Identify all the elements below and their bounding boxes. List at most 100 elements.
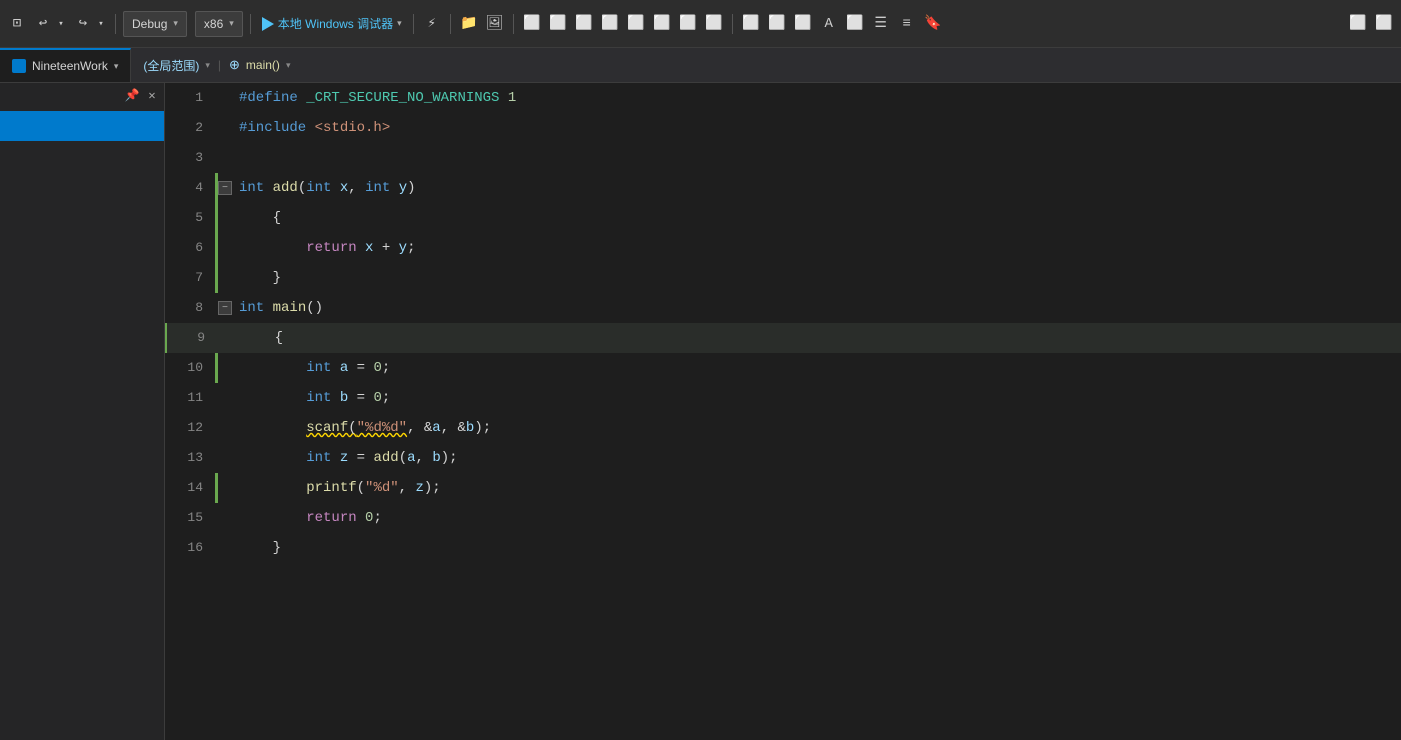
- collapse-btn-4[interactable]: −: [218, 181, 232, 195]
- gutter-9: [217, 323, 237, 353]
- arch-arrow: ▾: [229, 18, 234, 29]
- run-label: 本地 Windows 调试器: [278, 15, 393, 32]
- toolbar-icon-17[interactable]: ⬜: [844, 13, 866, 35]
- separator-2: [250, 14, 251, 34]
- gutter-11: [215, 383, 235, 413]
- code-line-2: 2 #include <stdio.h>: [165, 113, 1401, 143]
- line-content-6: return x + y;: [235, 233, 1401, 263]
- separator-1: [115, 14, 116, 34]
- code-line-6: 6 return x + y;: [165, 233, 1401, 263]
- collapse-btn-8[interactable]: −: [218, 301, 232, 315]
- line-content-1: #define _CRT_SECURE_NO_WARNINGS 1: [235, 83, 1401, 113]
- toolbar-icon-13[interactable]: ⬜: [740, 13, 762, 35]
- toolbar-icon-7[interactable]: ⬜: [573, 13, 595, 35]
- bookmark-icon[interactable]: 🔖: [922, 13, 944, 35]
- line-num-4: 4: [165, 173, 215, 203]
- redo-arrow[interactable]: ▾: [94, 13, 108, 35]
- tab-bar: NineteenWork ▾ (全局范围) ▾ | ⊕ main() ▾: [0, 48, 1401, 83]
- toolbar-icon-21[interactable]: ⬜: [1373, 13, 1395, 35]
- line-content-9: {: [237, 323, 1401, 353]
- line-content-14: printf("%d", z);: [235, 473, 1401, 503]
- toolbar-icon-19[interactable]: ≡: [896, 13, 918, 35]
- line-content-8: int main(): [235, 293, 1401, 323]
- toolbar-icon-11[interactable]: ⬜: [677, 13, 699, 35]
- toolbar-icon-10[interactable]: ⬜: [651, 13, 673, 35]
- scope-label: (全局范围): [143, 57, 199, 74]
- line-content-12: scanf("%d%d", &a, &b);: [235, 413, 1401, 443]
- line-content-3: [235, 143, 1401, 173]
- green-bar-10: [215, 353, 218, 383]
- gutter-14: [215, 473, 235, 503]
- debug-arrow: ▾: [173, 18, 178, 29]
- toolbar-icon-3[interactable]: 📁: [458, 13, 480, 35]
- file-icon: [12, 59, 26, 73]
- toolbar-icon-8[interactable]: ⬜: [599, 13, 621, 35]
- line-content-2: #include <stdio.h>: [235, 113, 1401, 143]
- toolbar-icon-16[interactable]: A: [818, 13, 840, 35]
- toolbar-icon-1[interactable]: ⊡: [6, 13, 28, 35]
- code-line-5: 5 {: [165, 203, 1401, 233]
- toolbar-icon-4[interactable]: 🖼: [484, 13, 506, 35]
- line-num-12: 12: [165, 413, 215, 443]
- line-num-13: 13: [165, 443, 215, 473]
- green-bar-7: [215, 263, 218, 293]
- line-content-4: int add(int x, int y): [235, 173, 1401, 203]
- line-num-7: 7: [165, 263, 215, 293]
- panel-pin-btn[interactable]: 📌: [124, 87, 140, 103]
- code-line-12: 12 scanf("%d%d", &a, &b);: [165, 413, 1401, 443]
- gutter-3: [215, 143, 235, 173]
- gutter-7: [215, 263, 235, 293]
- code-line-13: 13 int z = add(a, b);: [165, 443, 1401, 473]
- toolbar-icon-14[interactable]: ⬜: [766, 13, 788, 35]
- main-area: 📌 ✕ 1 #define _CRT_SECURE_NO_WARNINGS 1 …: [0, 83, 1401, 740]
- gutter-10: [215, 353, 235, 383]
- gutter-4: −: [215, 173, 235, 203]
- toolbar-icon-9[interactable]: ⬜: [625, 13, 647, 35]
- code-line-1: 1 #define _CRT_SECURE_NO_WARNINGS 1: [165, 83, 1401, 113]
- toolbar-icon-15[interactable]: ⬜: [792, 13, 814, 35]
- code-line-8: 8 − int main(): [165, 293, 1401, 323]
- func-scope[interactable]: ⊕ main() ▾: [229, 57, 290, 73]
- code-line-4: 4 − int add(int x, int y): [165, 173, 1401, 203]
- separator-4: [450, 14, 451, 34]
- run-button[interactable]: 本地 Windows 调试器 ▾: [258, 13, 406, 34]
- gutter-6: [215, 233, 235, 263]
- separator-3: [413, 14, 414, 34]
- debug-dropdown[interactable]: Debug ▾: [123, 11, 187, 37]
- code-editor[interactable]: 1 #define _CRT_SECURE_NO_WARNINGS 1 2 #i…: [165, 83, 1401, 740]
- code-lines: 1 #define _CRT_SECURE_NO_WARNINGS 1 2 #i…: [165, 83, 1401, 740]
- line-content-7: }: [235, 263, 1401, 293]
- toolbar-icon-20[interactable]: ⬜: [1347, 13, 1369, 35]
- tab-nineteenwork[interactable]: NineteenWork ▾: [0, 48, 131, 82]
- toolbar-icon-6[interactable]: ⬜: [547, 13, 569, 35]
- undo-button[interactable]: ↩: [32, 13, 54, 35]
- arch-dropdown[interactable]: x86 ▾: [195, 11, 243, 37]
- code-line-7: 7 }: [165, 263, 1401, 293]
- line-num-5: 5: [165, 203, 215, 233]
- toolbar-icon-12[interactable]: ⬜: [703, 13, 725, 35]
- gutter-5: [215, 203, 235, 233]
- scope-divider: |: [218, 58, 221, 72]
- line-num-16: 16: [165, 533, 215, 563]
- line-num-8: 8: [165, 293, 215, 323]
- separator-5: [513, 14, 514, 34]
- separator-6: [732, 14, 733, 34]
- code-line-16: 16 }: [165, 533, 1401, 563]
- scope-dropdown[interactable]: (全局范围) ▾: [143, 57, 210, 74]
- line-num-6: 6: [165, 233, 215, 263]
- line-num-14: 14: [165, 473, 215, 503]
- line-content-13: int z = add(a, b);: [235, 443, 1401, 473]
- toolbar-icon-5[interactable]: ⬜: [521, 13, 543, 35]
- redo-button[interactable]: ↪: [72, 13, 94, 35]
- tab-arrow: ▾: [114, 61, 119, 72]
- toolbar-icon-18[interactable]: ☰: [870, 13, 892, 35]
- panel-content: [0, 107, 164, 740]
- scope-arrow: ▾: [205, 60, 210, 71]
- undo-arrow[interactable]: ▾: [54, 13, 68, 35]
- line-num-10: 10: [165, 353, 215, 383]
- debug-label: Debug: [132, 17, 167, 31]
- code-line-9: 9 {: [165, 323, 1401, 353]
- line-content-5: {: [235, 203, 1401, 233]
- toolbar-icon-2[interactable]: ⚡: [421, 13, 443, 35]
- panel-close-btn[interactable]: ✕: [144, 87, 160, 103]
